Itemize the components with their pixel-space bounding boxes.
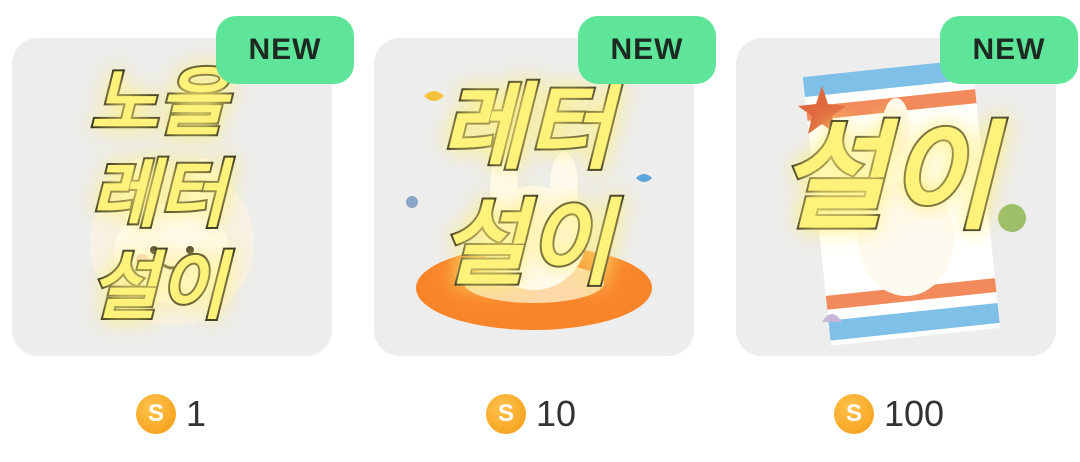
caption-line: 설이 xyxy=(88,244,228,330)
caption-line: 레터 xyxy=(438,74,615,183)
coin-icon: S xyxy=(486,394,526,434)
caption-line: 노을 xyxy=(88,60,228,146)
item-title-overlay: 노을 레터 설이 xyxy=(88,60,228,342)
item-price: S 10 xyxy=(486,392,576,436)
item-title-overlay: 설이 xyxy=(776,116,997,238)
coin-icon: S xyxy=(834,394,874,434)
item-title-overlay: 레터 설이 xyxy=(438,74,615,314)
caption-line: 설이 xyxy=(776,108,997,246)
price-value: 1 xyxy=(186,393,207,434)
item-price: S 1 xyxy=(136,392,206,436)
sticker-shop-row: NEW S 1 NEW S 10 NEW S 100 노을 레터 설이 레터 설… xyxy=(0,0,1080,462)
new-badge: NEW xyxy=(940,16,1078,84)
item-price: S 100 xyxy=(834,392,944,436)
new-badge: NEW xyxy=(216,16,354,84)
caption-line: 레터 xyxy=(88,152,228,238)
coin-icon: S xyxy=(136,394,176,434)
caption-line: 설이 xyxy=(438,190,615,299)
new-badge: NEW xyxy=(578,16,716,84)
price-value: 10 xyxy=(536,393,577,434)
price-value: 100 xyxy=(884,393,945,434)
